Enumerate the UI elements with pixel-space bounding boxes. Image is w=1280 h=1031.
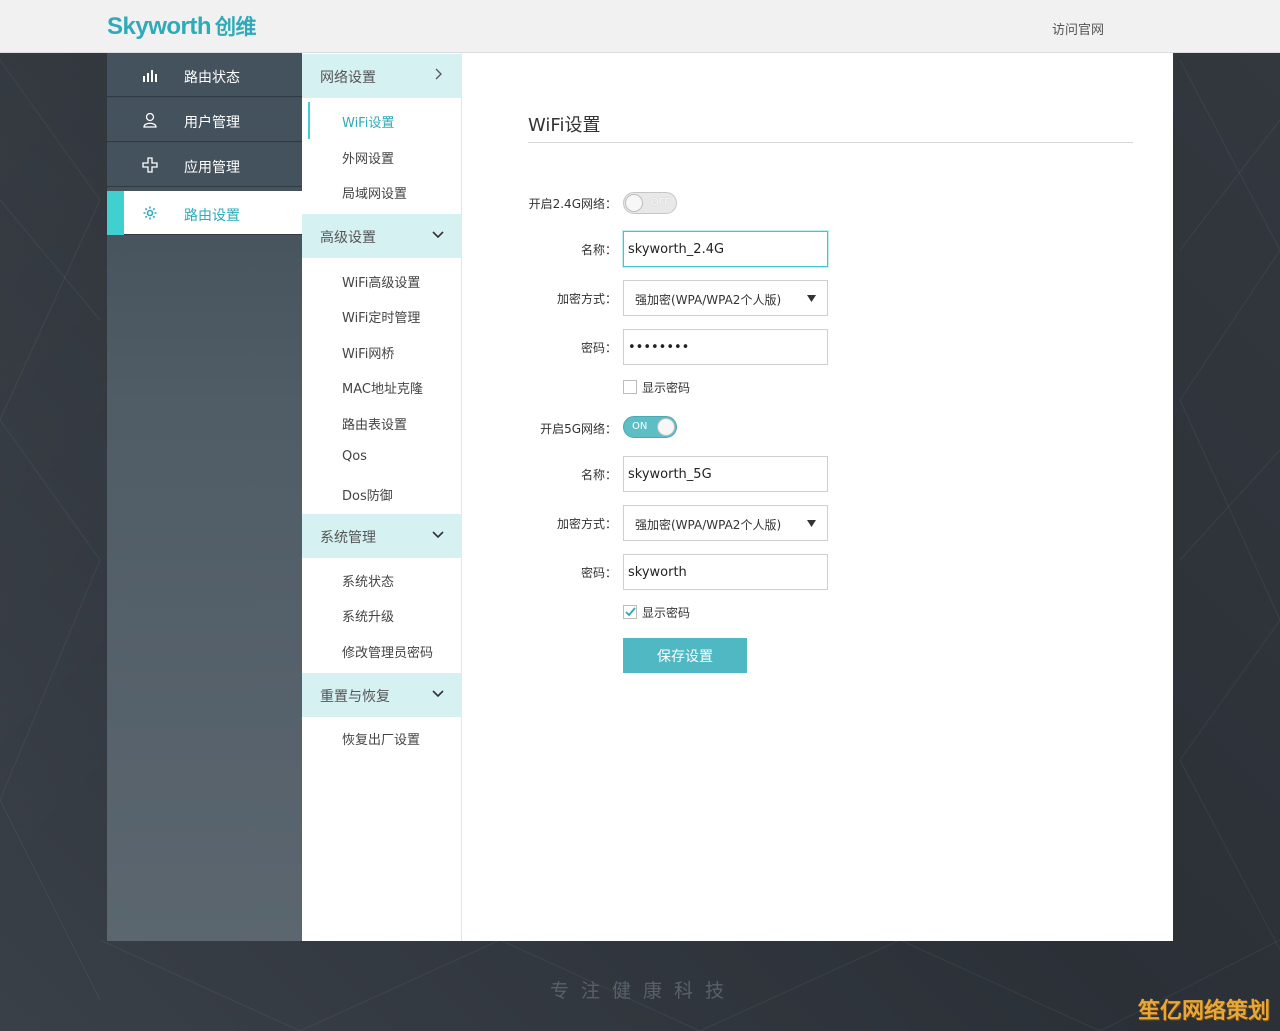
toggle-knob bbox=[625, 194, 643, 212]
submenu-item-lan-settings[interactable]: 局域网设置 bbox=[302, 176, 462, 206]
checkbox-label: 显示密码 bbox=[642, 606, 691, 620]
sidebar-item-router-status[interactable]: 路由状态 bbox=[107, 53, 302, 97]
wifi24-name-input[interactable] bbox=[623, 231, 828, 267]
submenu-item-wan-settings[interactable]: 外网设置 bbox=[302, 141, 462, 171]
submenu-item-system-upgrade[interactable]: 系统升级 bbox=[302, 599, 462, 629]
logo-text: Skyworth bbox=[107, 13, 212, 40]
submenu-item-system-status[interactable]: 系统状态 bbox=[302, 564, 462, 594]
chevron-right-icon bbox=[435, 68, 442, 80]
submenu-group-system-management[interactable]: 系统管理 bbox=[302, 514, 462, 558]
submenu-item-wifi-bridge[interactable]: WiFi网桥 bbox=[302, 336, 462, 366]
main-sidebar: 路由状态 用户管理 应用管理 路由设置 bbox=[107, 53, 302, 941]
sidebar-item-label: 路由状态 bbox=[184, 70, 240, 86]
select-value: 强加密(WPA/WPA2个人版) bbox=[635, 518, 782, 532]
plus-icon bbox=[141, 156, 159, 174]
wifi24-encryption-select[interactable]: 强加密(WPA/WPA2个人版) bbox=[623, 280, 828, 316]
wifi5-name-input[interactable] bbox=[623, 456, 828, 492]
wifi5-name-label: 名称： bbox=[580, 468, 617, 482]
wifi24-toggle-label: 开启2.4G网络： bbox=[528, 197, 617, 211]
save-settings-button[interactable]: 保存设置 bbox=[623, 638, 747, 673]
chevron-down-icon bbox=[432, 531, 444, 539]
caret-down-icon bbox=[807, 295, 816, 302]
main-content: WiFi设置 开启2.4G网络： OFF 名称： 加密方式： 强加密(WPA/W… bbox=[462, 53, 1173, 941]
sidebar-item-label: 用户管理 bbox=[184, 115, 240, 131]
checkbox-box bbox=[623, 605, 637, 619]
toggle-state-text: OFF bbox=[650, 197, 670, 208]
select-value: 强加密(WPA/WPA2个人版) bbox=[635, 293, 782, 307]
user-icon bbox=[141, 111, 159, 129]
wifi24-name-label: 名称： bbox=[580, 243, 617, 257]
watermark: 笙亿网络策划 bbox=[1137, 999, 1270, 1024]
footer-slogan: 专注健康科技 bbox=[550, 980, 737, 1002]
checkbox-box bbox=[623, 380, 637, 394]
skyworth-logo[interactable]: Skyworth 创维 bbox=[107, 11, 257, 41]
submenu-item-mac-clone[interactable]: MAC地址克隆 bbox=[302, 371, 462, 401]
submenu-group-network-settings[interactable]: 网络设置 bbox=[302, 54, 462, 98]
caret-down-icon bbox=[807, 520, 816, 527]
submenu-item-wifi-schedule[interactable]: WiFi定时管理 bbox=[302, 300, 462, 330]
wifi24-password-label: 密码： bbox=[580, 341, 617, 355]
submenu-item-route-table[interactable]: 路由表设置 bbox=[302, 407, 462, 437]
wifi24-password-input[interactable] bbox=[623, 329, 828, 365]
toggle-state-text: ON bbox=[632, 421, 648, 432]
submenu-item-wifi-settings[interactable]: WiFi设置 bbox=[302, 102, 462, 139]
wifi5-toggle[interactable]: ON bbox=[623, 416, 677, 438]
submenu-group-reset-restore[interactable]: 重置与恢复 bbox=[302, 673, 462, 717]
wifi24-encryption-label: 加密方式： bbox=[556, 292, 617, 306]
wifi24-toggle[interactable]: OFF bbox=[623, 192, 677, 214]
wifi5-password-input[interactable] bbox=[623, 554, 828, 590]
bar-chart-icon bbox=[141, 66, 159, 84]
sidebar-item-user-management[interactable]: 用户管理 bbox=[107, 98, 302, 142]
submenu-group-advanced-settings[interactable]: 高级设置 bbox=[302, 214, 462, 258]
page-title: WiFi设置 bbox=[528, 115, 601, 136]
submenu-group-title: 重置与恢复 bbox=[320, 689, 390, 705]
submenu-item-dos-defense[interactable]: Dos防御 bbox=[302, 478, 462, 508]
submenu-group-title: 网络设置 bbox=[320, 70, 376, 86]
gear-icon bbox=[141, 204, 159, 222]
submenu-item-wifi-advanced[interactable]: WiFi高级设置 bbox=[302, 265, 462, 295]
submenu-item-change-admin-password[interactable]: 修改管理员密码 bbox=[302, 635, 462, 665]
logo-cn-text: 创维 bbox=[215, 15, 257, 39]
sub-navigation: 网络设置 WiFi设置 外网设置 局域网设置 高级设置 WiFi高级设置 WiF… bbox=[302, 53, 462, 941]
sidebar-item-label: 应用管理 bbox=[184, 160, 240, 176]
wifi5-toggle-label: 开启5G网络： bbox=[540, 422, 617, 436]
wifi5-encryption-select[interactable]: 强加密(WPA/WPA2个人版) bbox=[623, 505, 828, 541]
checkbox-label: 显示密码 bbox=[642, 381, 691, 395]
visit-official-site-link[interactable]: 访问官网 bbox=[1052, 19, 1104, 38]
checkmark-icon bbox=[625, 607, 636, 617]
top-header: Skyworth 创维 访问官网 bbox=[0, 0, 1280, 53]
submenu-group-title: 系统管理 bbox=[320, 530, 376, 546]
chevron-down-icon bbox=[432, 690, 444, 698]
submenu-group-title: 高级设置 bbox=[320, 230, 376, 246]
submenu-item-qos[interactable]: Qos bbox=[302, 442, 462, 472]
wifi5-encryption-label: 加密方式： bbox=[556, 517, 617, 531]
chevron-down-icon bbox=[432, 231, 444, 239]
submenu-item-factory-reset[interactable]: 恢复出厂设置 bbox=[302, 722, 462, 752]
sidebar-item-app-management[interactable]: 应用管理 bbox=[107, 143, 302, 187]
sidebar-item-router-settings[interactable]: 路由设置 bbox=[107, 191, 302, 235]
toggle-knob bbox=[657, 418, 675, 436]
wifi5-password-label: 密码： bbox=[580, 566, 617, 580]
title-divider bbox=[528, 142, 1133, 143]
sidebar-item-label: 路由设置 bbox=[184, 208, 240, 224]
